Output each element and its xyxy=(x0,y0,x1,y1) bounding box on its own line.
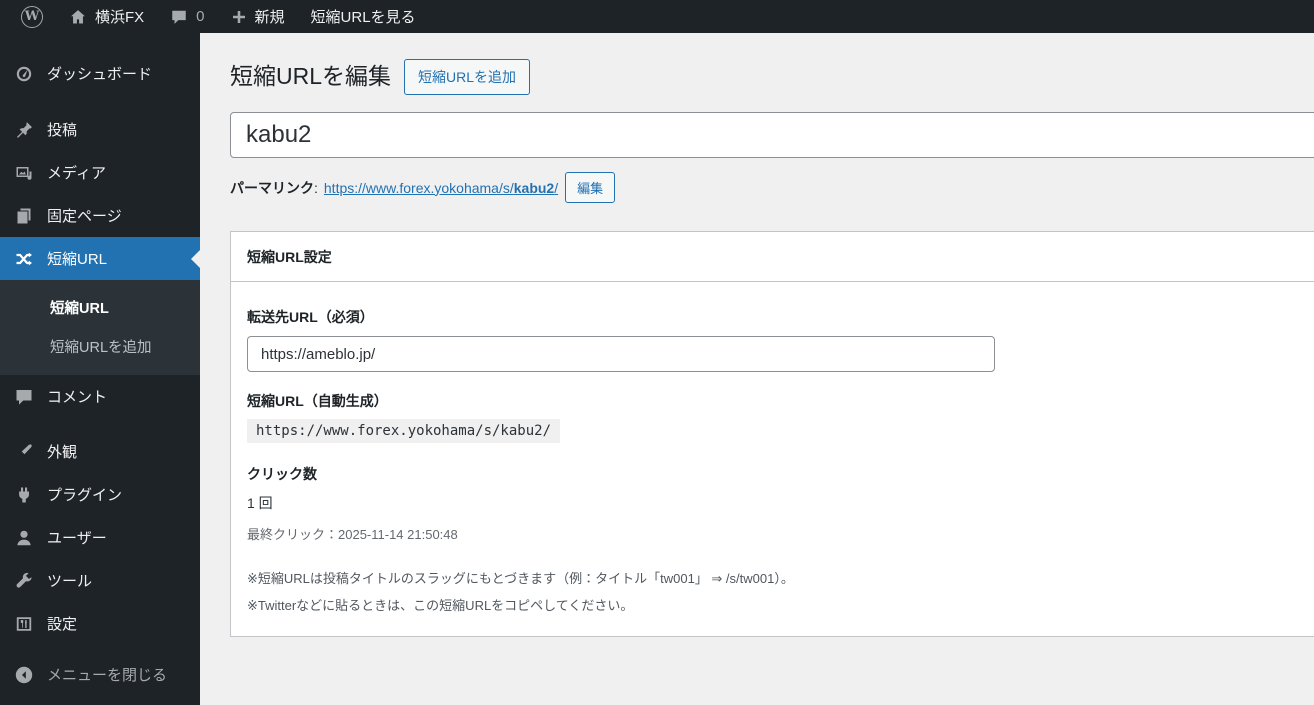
permalink-colon: : xyxy=(314,179,318,196)
wordpress-logo-icon: W xyxy=(21,5,43,28)
note-line: ※Twitterなどに貼るときは、この短縮URLをコピペしてください。 xyxy=(247,598,634,613)
notes: ※短縮URLは投稿タイトルのスラッグにもとづきます（例：タイトル「tw001」 … xyxy=(247,568,1314,614)
sidebar-item-short-url[interactable]: 短縮URL xyxy=(0,237,200,280)
main-content: 短縮URLを編集 短縮URLを追加 パーマリンク: https://www.fo… xyxy=(200,33,1314,705)
destination-url-label: 転送先URL（必須） xyxy=(247,309,374,325)
user-icon xyxy=(14,528,34,548)
sidebar-item-label: ダッシュボード xyxy=(47,66,153,83)
short-url-settings-metabox: 短縮URL設定 転送先URL（必須） 短縮URL（自動生成） https://w… xyxy=(230,231,1314,637)
permalink-row: パーマリンク: https://www.forex.yokohama/s/kab… xyxy=(230,172,1314,203)
sidebar-item-label: 外観 xyxy=(47,444,78,461)
menu-separator xyxy=(0,95,200,108)
sidebar-item-tools[interactable]: ツール xyxy=(0,559,200,602)
sidebar-item-label: 投稿 xyxy=(47,122,78,139)
title-input[interactable] xyxy=(230,112,1314,158)
sidebar-item-plugins[interactable]: プラグイン xyxy=(0,473,200,516)
comment-icon xyxy=(14,387,34,407)
click-count-label: クリック数 xyxy=(247,466,317,482)
permalink-label: パーマリンク xyxy=(230,179,314,196)
sidebar-item-label: 設定 xyxy=(47,616,78,633)
collapse-arrow-icon xyxy=(14,665,34,685)
wp-logo-menu[interactable]: W xyxy=(8,0,56,33)
sidebar-item-label: メディア xyxy=(47,165,106,182)
last-click-timestamp: 最終クリック：2025-11-14 21:50:48 xyxy=(247,527,458,542)
sidebar-item-label: コメント xyxy=(47,389,108,406)
sidebar-item-posts[interactable]: 投稿 xyxy=(0,108,200,151)
media-icon xyxy=(14,163,34,183)
sidebar-item-dashboard[interactable]: ダッシュボード xyxy=(0,52,200,95)
add-short-url-button[interactable]: 短縮URLを追加 xyxy=(404,59,531,95)
submenu-item-short-url[interactable]: 短縮URL xyxy=(0,288,200,327)
plug-icon xyxy=(14,485,34,505)
view-short-url-link[interactable]: 短縮URLを見る xyxy=(298,0,429,33)
destination-url-input[interactable] xyxy=(247,336,995,372)
gauge-icon xyxy=(14,64,34,84)
site-name-link[interactable]: 横浜FX xyxy=(56,0,157,33)
page-title-row: 短縮URLを編集 短縮URLを追加 xyxy=(230,59,1314,95)
pin-icon xyxy=(14,120,34,140)
sidebar-item-label: 固定ページ xyxy=(47,208,122,225)
view-short-url-label: 短縮URLを見る xyxy=(310,9,416,26)
admin-sidebar: ダッシュボード 投稿 メディア 固定ページ 短縮URL 短縮URL 短縮URLを… xyxy=(0,33,200,705)
shuffle-icon xyxy=(14,249,34,269)
wordpress-admin: W 横浜FX 0 新規 短縮URLを見る ダッシュボード 投稿 メディア 固定ペ… xyxy=(0,0,1314,705)
plus-icon xyxy=(231,9,247,25)
sidebar-item-label: ツール xyxy=(47,573,93,590)
sidebar-item-label: 短縮URL xyxy=(47,251,108,268)
comment-bubble-icon xyxy=(170,8,188,26)
collapse-menu-button[interactable]: メニューを閉じる xyxy=(0,653,200,696)
collapse-menu-label: メニューを閉じる xyxy=(47,667,168,684)
menu-separator xyxy=(0,418,200,430)
page-title: 短縮URLを編集 xyxy=(230,63,392,90)
sidebar-item-appearance[interactable]: 外観 xyxy=(0,430,200,473)
comment-count: 0 xyxy=(196,8,205,25)
site-name-label: 横浜FX xyxy=(95,9,145,26)
permalink-link[interactable]: https://www.forex.yokohama/s/kabu2/ xyxy=(324,180,558,196)
comments-link[interactable]: 0 xyxy=(157,0,217,33)
new-content-label: 新規 xyxy=(254,9,285,26)
short-url-label: 短縮URL（自動生成） xyxy=(247,393,388,409)
admin-bar: W 横浜FX 0 新規 短縮URLを見る xyxy=(0,0,1314,33)
sidebar-item-settings[interactable]: 設定 xyxy=(0,602,200,645)
sidebar-item-label: プラグイン xyxy=(47,487,123,504)
edit-permalink-button[interactable]: 編集 xyxy=(565,172,616,203)
short-url-submenu: 短縮URL 短縮URLを追加 xyxy=(0,280,200,375)
metabox-title: 短縮URL設定 xyxy=(231,232,1314,282)
click-count-value: 1 回 xyxy=(247,495,273,511)
note-line: ※短縮URLは投稿タイトルのスラッグにもとづきます（例：タイトル「tw001」 … xyxy=(247,571,794,586)
brush-icon xyxy=(14,442,34,462)
sidebar-item-users[interactable]: ユーザー xyxy=(0,516,200,559)
sidebar-item-label: ユーザー xyxy=(47,530,107,547)
sidebar-item-media[interactable]: メディア xyxy=(0,151,200,194)
pages-icon xyxy=(14,206,34,226)
sliders-icon xyxy=(14,614,34,634)
wrench-icon xyxy=(14,571,34,591)
sidebar-item-comments[interactable]: コメント xyxy=(0,375,200,418)
new-content-menu[interactable]: 新規 xyxy=(218,0,298,33)
sidebar-item-pages[interactable]: 固定ページ xyxy=(0,194,200,237)
short-url-value: https://www.forex.yokohama/s/kabu2/ xyxy=(247,419,561,443)
home-icon xyxy=(69,8,87,26)
submenu-item-add-short-url[interactable]: 短縮URLを追加 xyxy=(0,327,200,366)
